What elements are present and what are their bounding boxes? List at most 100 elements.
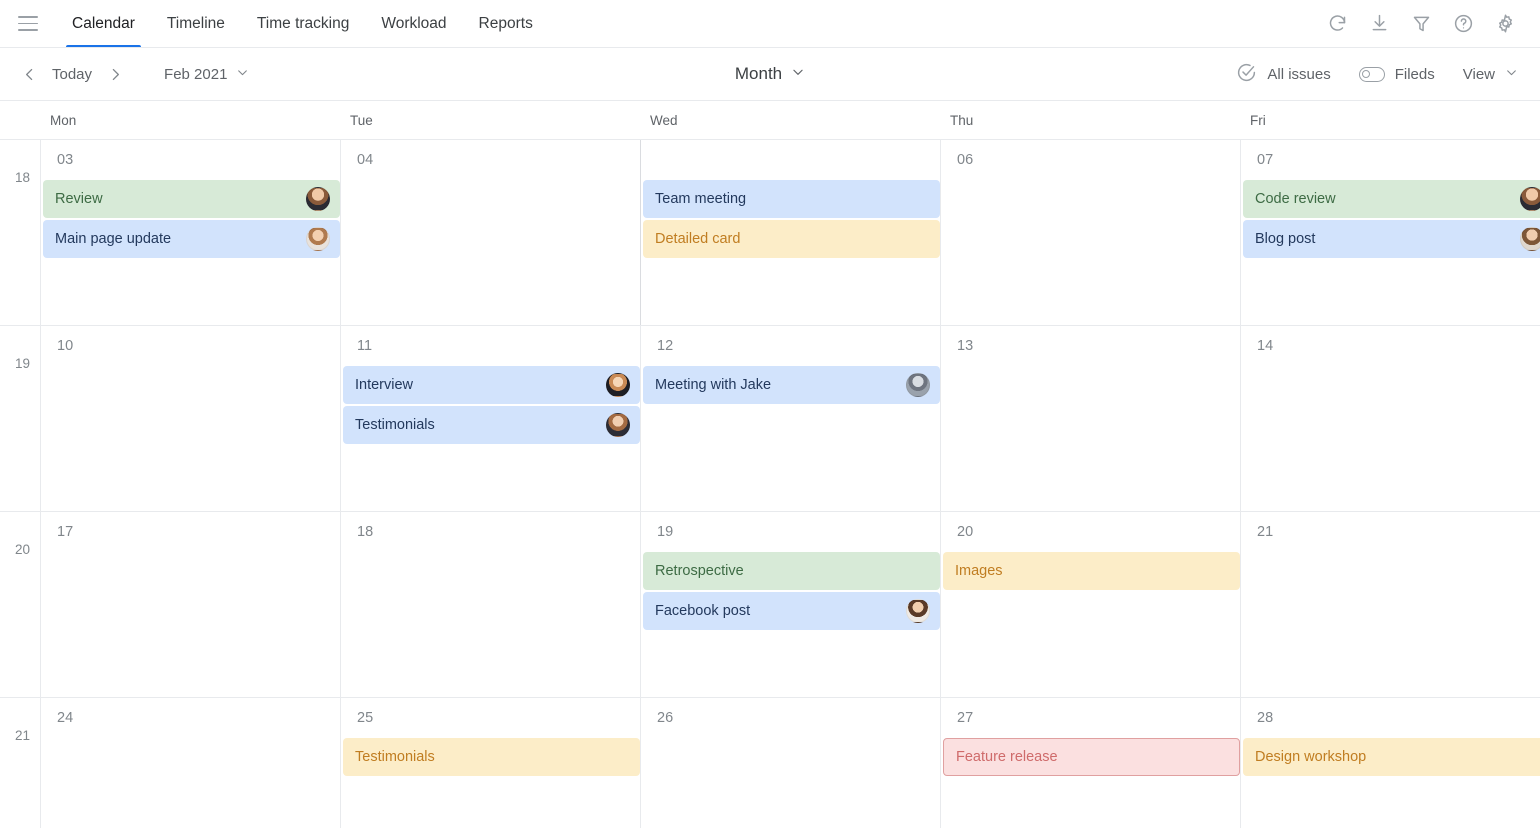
day-events: Meeting with Jake xyxy=(641,366,940,404)
event-title: Meeting with Jake xyxy=(655,377,772,393)
event-card[interactable]: Testimonials xyxy=(343,738,640,776)
event-title: Main page update xyxy=(55,231,172,247)
chevron-down-icon xyxy=(1505,66,1518,83)
filter-icon[interactable] xyxy=(1408,11,1434,37)
day-cell[interactable]: 18 xyxy=(340,512,640,697)
tab-workload[interactable]: Workload xyxy=(365,0,462,47)
download-icon[interactable] xyxy=(1366,11,1392,37)
weekday-header-wed: Wed xyxy=(650,112,678,128)
avatar xyxy=(606,413,630,437)
previous-period-button[interactable] xyxy=(14,59,44,89)
refresh-icon[interactable] xyxy=(1324,11,1350,37)
event-card[interactable]: Blog post xyxy=(1243,220,1540,258)
day-number: 06 xyxy=(957,152,974,168)
day-cell[interactable]: 21 xyxy=(1240,512,1540,697)
avatar xyxy=(906,373,930,397)
month-selector[interactable]: Feb 2021 xyxy=(164,66,249,83)
tab-reports[interactable]: Reports xyxy=(463,0,549,47)
calendar-toolbar: Today Feb 2021 Month All issues Fileds V… xyxy=(0,48,1540,101)
help-icon[interactable] xyxy=(1450,11,1476,37)
all-issues-label: All issues xyxy=(1267,65,1331,83)
day-cell[interactable]: 07 Code review Blog post xyxy=(1240,140,1540,325)
day-cell[interactable]: 13 xyxy=(940,326,1240,511)
day-cell[interactable]: 04 xyxy=(340,140,640,325)
fields-toggle[interactable]: Fileds xyxy=(1358,66,1435,83)
day-cell[interactable]: 24 xyxy=(40,698,340,828)
event-title: Review xyxy=(55,191,103,207)
day-events: Testimonials xyxy=(341,738,640,776)
weekday-header-tue: Tue xyxy=(350,112,373,128)
day-cell[interactable]: 06 xyxy=(940,140,1240,325)
weekday-header-row: Mon Tue Wed Thu Fri xyxy=(0,101,1540,139)
event-card[interactable]: Testimonials xyxy=(343,406,640,444)
event-card[interactable]: Main page update xyxy=(43,220,340,258)
day-events: Team meeting Detailed card xyxy=(641,180,940,258)
day-cell[interactable]: 19 Retrospective Facebook post xyxy=(640,512,940,697)
toolbar-right-actions: All issues Fileds View xyxy=(1236,62,1518,87)
day-number: 28 xyxy=(1257,710,1274,726)
day-cell[interactable]: 26 xyxy=(640,698,940,828)
day-number: 10 xyxy=(57,338,74,354)
event-card[interactable]: Meeting with Jake xyxy=(643,366,940,404)
day-cell[interactable]: 12 Meeting with Jake xyxy=(640,326,940,511)
day-number: 13 xyxy=(957,338,974,354)
day-cell[interactable]: 03 Review Main page update xyxy=(40,140,340,325)
weekday-header-mon: Mon xyxy=(50,112,77,128)
day-cell[interactable]: 11 Interview Testimonials xyxy=(340,326,640,511)
settings-gear-icon[interactable] xyxy=(1492,11,1518,37)
event-title: Testimonials xyxy=(355,417,435,433)
event-card[interactable]: Retrospective xyxy=(643,552,940,590)
event-title: Testimonials xyxy=(355,749,435,765)
date-navigation: Today Feb 2021 xyxy=(14,59,249,89)
day-events: Images xyxy=(941,552,1240,590)
day-number: 07 xyxy=(1257,152,1274,168)
day-cell[interactable]: Team meeting Detailed card xyxy=(640,140,940,325)
event-title: Design workshop xyxy=(1255,749,1367,765)
hamburger-menu-icon[interactable] xyxy=(0,0,56,47)
day-number: 18 xyxy=(357,524,374,540)
event-card[interactable]: Interview xyxy=(343,366,640,404)
event-card[interactable]: Review xyxy=(43,180,340,218)
day-events: Review Main page update xyxy=(41,180,340,258)
event-title: Interview xyxy=(355,377,414,393)
day-number: 04 xyxy=(357,152,374,168)
tab-time-tracking[interactable]: Time tracking xyxy=(241,0,365,47)
top-nav-actions xyxy=(1324,0,1540,47)
view-mode-selector[interactable]: Month xyxy=(735,64,805,84)
check-circle-icon xyxy=(1236,62,1257,87)
day-cell[interactable]: 17 xyxy=(40,512,340,697)
event-title: Blog post xyxy=(1255,231,1316,247)
day-events: Retrospective Facebook post xyxy=(641,552,940,630)
week-number: 20 xyxy=(14,542,30,557)
chevron-down-icon xyxy=(236,66,249,83)
event-card[interactable]: Images xyxy=(943,552,1240,590)
day-number: 17 xyxy=(57,524,74,540)
event-card[interactable]: Feature release xyxy=(943,738,1240,776)
weekday-header-thu: Thu xyxy=(950,112,974,128)
day-cell[interactable]: 10 xyxy=(40,326,340,511)
event-card[interactable]: Facebook post xyxy=(643,592,940,630)
day-number: 21 xyxy=(1257,524,1274,540)
week-number: 21 xyxy=(14,728,30,743)
day-cell[interactable]: 27 Feature release xyxy=(940,698,1240,828)
event-card[interactable]: Team meeting xyxy=(643,180,940,218)
tab-calendar[interactable]: Calendar xyxy=(56,0,151,47)
avatar xyxy=(1520,187,1540,211)
next-period-button[interactable] xyxy=(100,59,130,89)
toggle-icon xyxy=(1358,66,1385,82)
event-title: Code review xyxy=(1255,191,1336,207)
view-menu[interactable]: View xyxy=(1463,66,1518,83)
today-button[interactable]: Today xyxy=(44,66,100,83)
event-card[interactable]: Detailed card xyxy=(643,220,940,258)
event-card[interactable]: Design workshop xyxy=(1243,738,1540,776)
event-title: Images xyxy=(955,563,1003,579)
event-card[interactable]: Code review xyxy=(1243,180,1540,218)
tab-timeline[interactable]: Timeline xyxy=(151,0,241,47)
day-cell[interactable]: 20 Images xyxy=(940,512,1240,697)
avatar xyxy=(906,599,930,623)
day-cell[interactable]: 28 Design workshop xyxy=(1240,698,1540,828)
day-cell[interactable]: 25 Testimonials xyxy=(340,698,640,828)
all-issues-filter[interactable]: All issues xyxy=(1236,62,1331,87)
day-cell[interactable]: 14 xyxy=(1240,326,1540,511)
day-number: 19 xyxy=(657,524,674,540)
